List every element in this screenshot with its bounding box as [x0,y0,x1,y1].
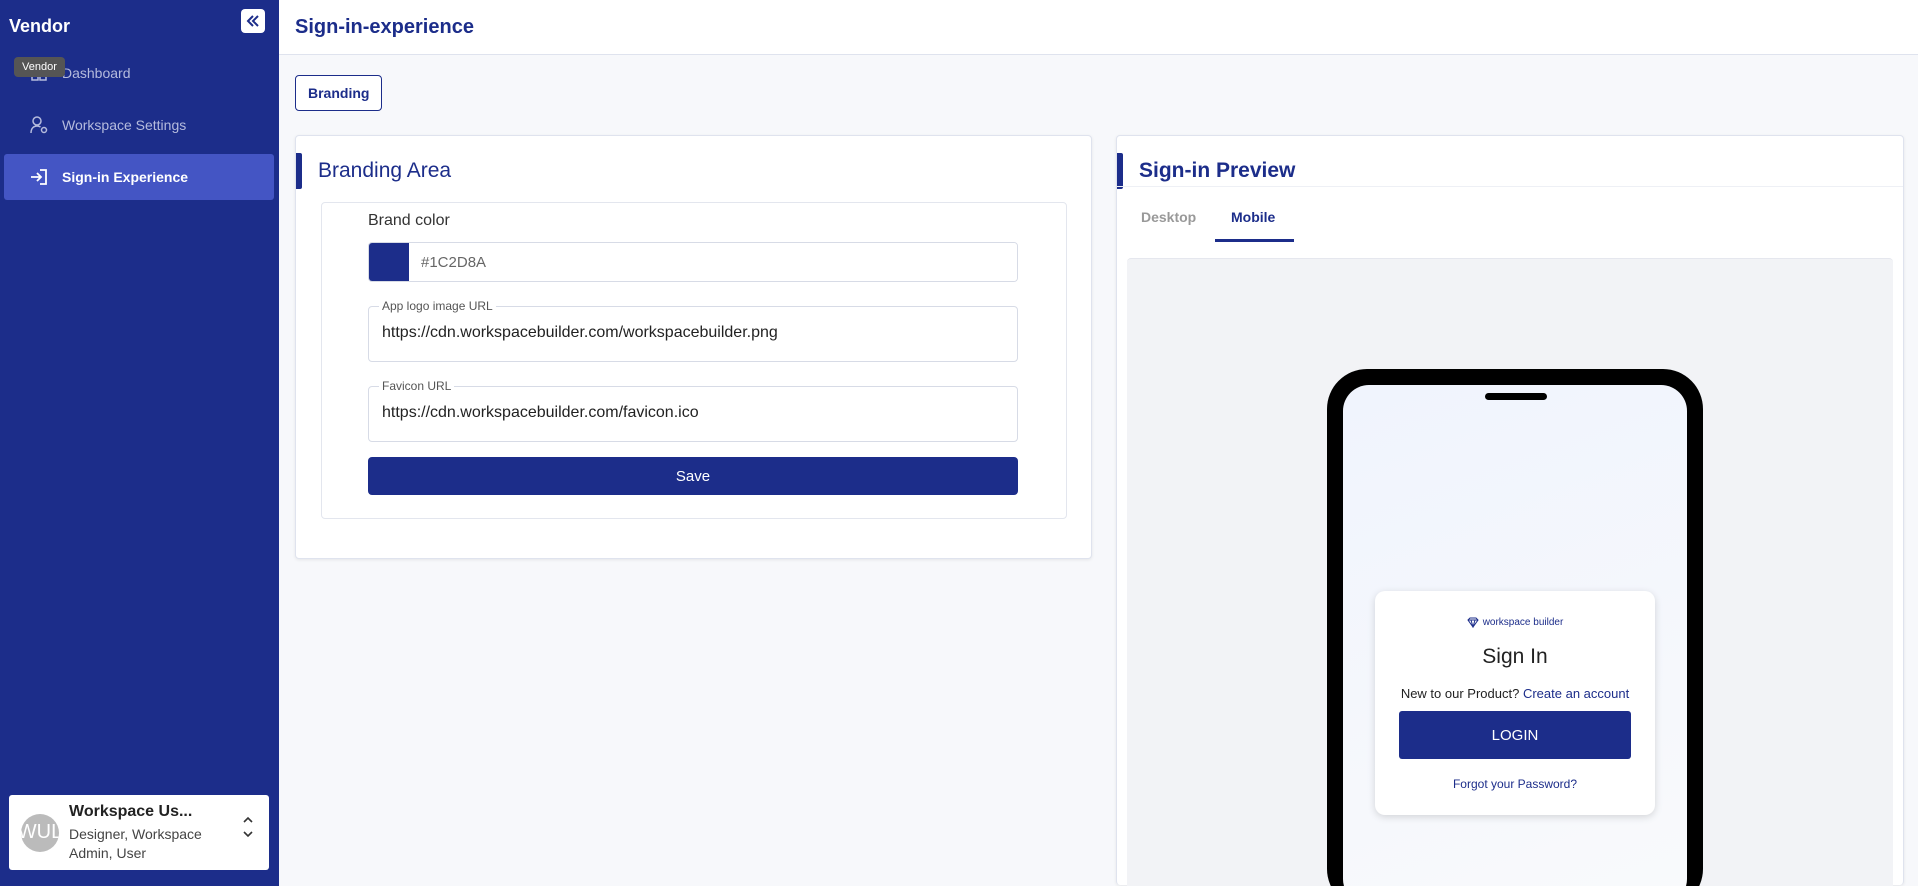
user-roles: Designer, Workspace Admin, User [69,825,202,861]
brand-color-input[interactable] [409,243,1017,281]
user-name: Workspace Us... [69,802,193,820]
new-user-text: New to our Product? [1400,686,1520,701]
app-logo-url-input[interactable] [382,324,1002,342]
preview-tabs: Desktop Mobile [1117,186,1903,242]
chevron-down-icon [243,831,253,838]
phone-frame: workspace builder Sign In New to our Pro… [1327,369,1703,886]
sign-in-title: Sign In [1482,645,1548,668]
active-tab-indicator [1215,239,1294,242]
sidebar-item-label: Sign-in Experience [62,169,189,185]
tab-mobile[interactable]: Mobile [1231,209,1275,225]
tab-desktop[interactable]: Desktop [1141,209,1196,225]
branding-area-heading: Branding Area [296,153,451,189]
sidebar-item-workspace-settings[interactable]: Workspace Settings [4,102,274,148]
forgot-password-link[interactable]: Forgot your Password? [1375,777,1655,791]
sidebar-item-label: Workspace Settings [62,117,187,133]
user-menu-toggle[interactable] [241,813,255,841]
tab-branding[interactable]: Branding [295,75,383,111]
brand-color-swatch[interactable] [369,243,409,281]
app-logo-url-label: App logo image URL [379,299,496,313]
app-logo-url-field: App logo image URL [368,299,1018,362]
favicon-url-input[interactable] [382,404,1002,422]
phone-screen: workspace builder Sign In New to our Pro… [1343,385,1687,886]
double-chevron-left-icon [246,15,259,27]
sidebar: Vendor Vendor Dashboard Workspace Settin… [0,0,279,886]
sign-in-card: workspace builder Sign In New to our Pro… [1375,591,1655,815]
create-account-link[interactable]: Create an account [1523,686,1629,701]
avatar: WUL [21,813,59,852]
login-button[interactable]: LOGIN [1399,711,1631,759]
sign-in-preview-heading: Sign-in Preview [1117,153,1295,189]
sidebar-item-label: Dashboard [62,65,131,81]
brand-color-field [368,242,1018,282]
sign-in-preview-card: Sign-in Preview Desktop Mobile workspace… [1116,135,1904,886]
preview-area: workspace builder Sign In New to our Pro… [1127,258,1893,886]
save-button[interactable]: Save [368,457,1018,495]
page-title: Sign-in-experience [295,16,474,38]
collapse-sidebar-button[interactable] [241,9,265,33]
user-settings-icon [28,114,50,136]
favicon-url-field: Favicon URL [368,379,1018,442]
sidebar-brand: Vendor [9,16,71,36]
page-header: Sign-in-experience [279,0,1918,55]
brand-tooltip: Vendor [14,57,65,77]
sign-in-icon [28,166,50,188]
user-profile-card[interactable]: WUL Workspace Us... Designer, Workspace … [9,795,269,870]
logo-text: workspace builder [1482,617,1564,628]
app-logo: workspace builder [1375,617,1655,628]
brand-color-label: Brand color [368,212,450,229]
diamond-logo-icon [1467,617,1479,628]
favicon-url-label: Favicon URL [379,379,455,393]
phone-notch [1485,393,1547,400]
sign-up-prompt: New to our Product? Create an account [1375,686,1655,701]
chevron-up-icon [243,816,253,823]
sidebar-item-sign-in-experience[interactable]: Sign-in Experience [4,154,274,200]
